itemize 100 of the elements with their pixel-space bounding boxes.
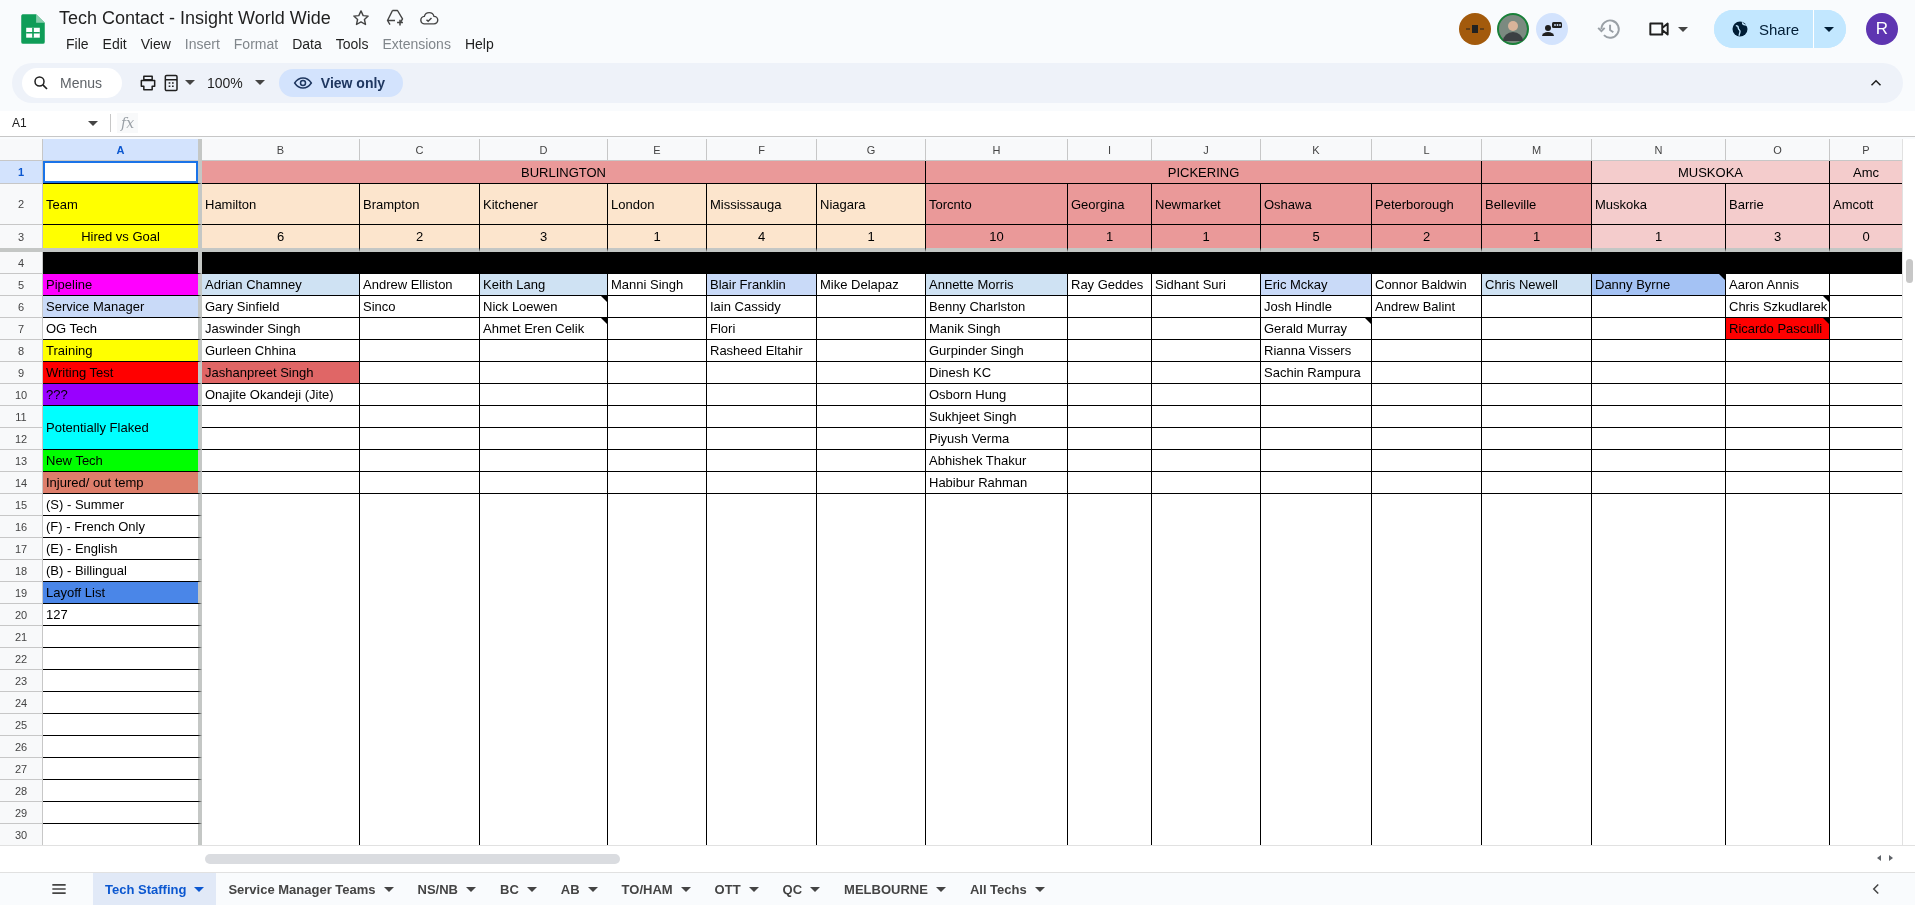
cell-text: Gerald Murray xyxy=(1264,321,1348,336)
row-header[interactable]: 22 xyxy=(0,648,43,670)
cell-text: Iain Cassidy xyxy=(710,299,781,314)
view-only-button[interactable]: View only xyxy=(278,68,404,97)
sheet-tab[interactable]: OTT xyxy=(702,873,771,905)
row-header[interactable]: 5 xyxy=(0,274,43,296)
row-header[interactable]: 25 xyxy=(0,714,43,736)
sheet-tab[interactable]: TO/HAM xyxy=(609,873,703,905)
row-header[interactable]: 29 xyxy=(0,802,43,824)
cell-text: Amcott xyxy=(1833,196,1874,212)
row-header[interactable]: 1 xyxy=(0,161,43,184)
sheet-tab[interactable]: MELBOURNE xyxy=(832,873,958,905)
document-title[interactable]: Tech Contact - Insight World Wide xyxy=(59,7,331,29)
column-header[interactable]: L xyxy=(1372,139,1482,161)
cell-text: Niagara xyxy=(820,196,866,212)
paint-format-button[interactable] xyxy=(162,72,195,93)
drive-add-icon[interactable] xyxy=(384,8,405,29)
account-avatar[interactable]: R xyxy=(1866,13,1898,46)
avatar-icon[interactable] xyxy=(1496,13,1529,46)
row-header[interactable]: 30 xyxy=(0,824,43,845)
row-header[interactable]: 15 xyxy=(0,494,43,516)
scrollbar-thumb[interactable] xyxy=(205,854,620,864)
row-header[interactable]: 23 xyxy=(0,670,43,692)
column-header[interactable]: F xyxy=(707,139,817,161)
row-header[interactable]: 2 xyxy=(0,184,43,225)
name-box[interactable]: A1 xyxy=(0,116,104,131)
column-header[interactable]: G xyxy=(817,139,926,161)
zoom-select[interactable]: 100% xyxy=(207,74,265,91)
row-header[interactable]: 21 xyxy=(0,626,43,648)
sheet-tab[interactable]: BC xyxy=(488,873,549,905)
row-header[interactable]: 28 xyxy=(0,780,43,802)
row-header[interactable]: 6 xyxy=(0,296,43,318)
column-header[interactable]: O xyxy=(1726,139,1830,161)
menu-item[interactable]: Edit xyxy=(95,35,134,54)
avatar-icon[interactable] xyxy=(1458,13,1491,46)
menu-item[interactable]: Data xyxy=(285,35,329,54)
cell-text: Hired vs Goal xyxy=(81,229,160,244)
cell-text: 1 xyxy=(867,229,875,244)
row-header[interactable]: 17 xyxy=(0,538,43,560)
column-header[interactable]: D xyxy=(480,139,608,161)
menu-item[interactable]: Help xyxy=(457,35,501,54)
row-header[interactable]: 11 xyxy=(0,406,43,428)
row-header[interactable]: 24 xyxy=(0,692,43,714)
cell-text: Chris Newell xyxy=(1485,277,1558,292)
column-header[interactable]: A xyxy=(43,139,202,161)
sheet-tab[interactable]: NS/NB xyxy=(405,873,488,905)
column-header[interactable]: E xyxy=(608,139,707,161)
cell-text: Dinesh KC xyxy=(929,365,992,380)
scroll-right-icon[interactable] xyxy=(1887,854,1895,862)
sheets-logo-icon[interactable] xyxy=(20,12,46,47)
search-field[interactable]: Menus xyxy=(22,67,122,98)
sheet-tab[interactable]: Service Manager Teams xyxy=(216,873,406,905)
cell-text: Chris Szkudlarek xyxy=(1729,299,1828,314)
sheet-tab[interactable]: Tech Staffing xyxy=(93,873,217,905)
column-header[interactable]: H xyxy=(926,139,1068,161)
menu-item[interactable]: Tools xyxy=(328,35,376,54)
sheet-tab[interactable]: QC xyxy=(770,873,833,905)
cell-text: Muskoka xyxy=(1595,196,1648,212)
sheet-tab[interactable]: AB xyxy=(548,873,610,905)
row-header[interactable]: 4 xyxy=(0,252,43,274)
row-header[interactable]: 13 xyxy=(0,450,43,472)
row-header[interactable]: 19 xyxy=(0,582,43,604)
cell-text: Brampton xyxy=(363,196,420,212)
row-header[interactable]: 14 xyxy=(0,472,43,494)
column-header[interactable]: P xyxy=(1830,139,1902,161)
row-header[interactable]: 10 xyxy=(0,384,43,406)
column-header[interactable]: B xyxy=(202,139,360,161)
column-header[interactable]: J xyxy=(1152,139,1261,161)
sheet-tab[interactable]: All Techs xyxy=(957,873,1057,905)
cell-text: 127 xyxy=(46,607,68,622)
row-header[interactable]: 18 xyxy=(0,560,43,582)
fx-label: fx xyxy=(117,113,139,134)
caret-icon xyxy=(810,886,821,892)
person-chat-icon[interactable] xyxy=(1535,13,1568,46)
cell-text: (E) - English xyxy=(46,541,118,556)
column-header[interactable]: N xyxy=(1592,139,1726,161)
cell-text: Layoff List xyxy=(46,585,106,600)
row-header[interactable]: 12 xyxy=(0,428,43,450)
row-header[interactable]: 26 xyxy=(0,736,43,758)
cell-text: Writing Test xyxy=(46,365,114,380)
row-header[interactable]: 8 xyxy=(0,340,43,362)
menu-item[interactable]: View xyxy=(133,35,178,54)
row-header[interactable]: 9 xyxy=(0,362,43,384)
column-header[interactable]: C xyxy=(360,139,480,161)
column-header[interactable]: M xyxy=(1482,139,1592,161)
row-header[interactable]: 3 xyxy=(0,225,43,252)
caret-icon xyxy=(526,886,537,892)
share-button[interactable]: Share xyxy=(1713,10,1814,49)
column-header[interactable]: K xyxy=(1261,139,1372,161)
row-header[interactable]: 7 xyxy=(0,318,43,340)
cell-text: Georgina xyxy=(1071,196,1125,212)
column-header[interactable]: I xyxy=(1068,139,1152,161)
cell-text: 1 xyxy=(653,229,661,244)
menu-item[interactable]: File xyxy=(59,35,96,54)
row-header[interactable]: 16 xyxy=(0,516,43,538)
scroll-left-icon[interactable] xyxy=(1875,854,1883,862)
scrollbar-thumb[interactable] xyxy=(1906,259,1913,283)
cell-text: 3 xyxy=(1773,229,1782,244)
row-header[interactable]: 27 xyxy=(0,758,43,780)
row-header[interactable]: 20 xyxy=(0,604,43,626)
